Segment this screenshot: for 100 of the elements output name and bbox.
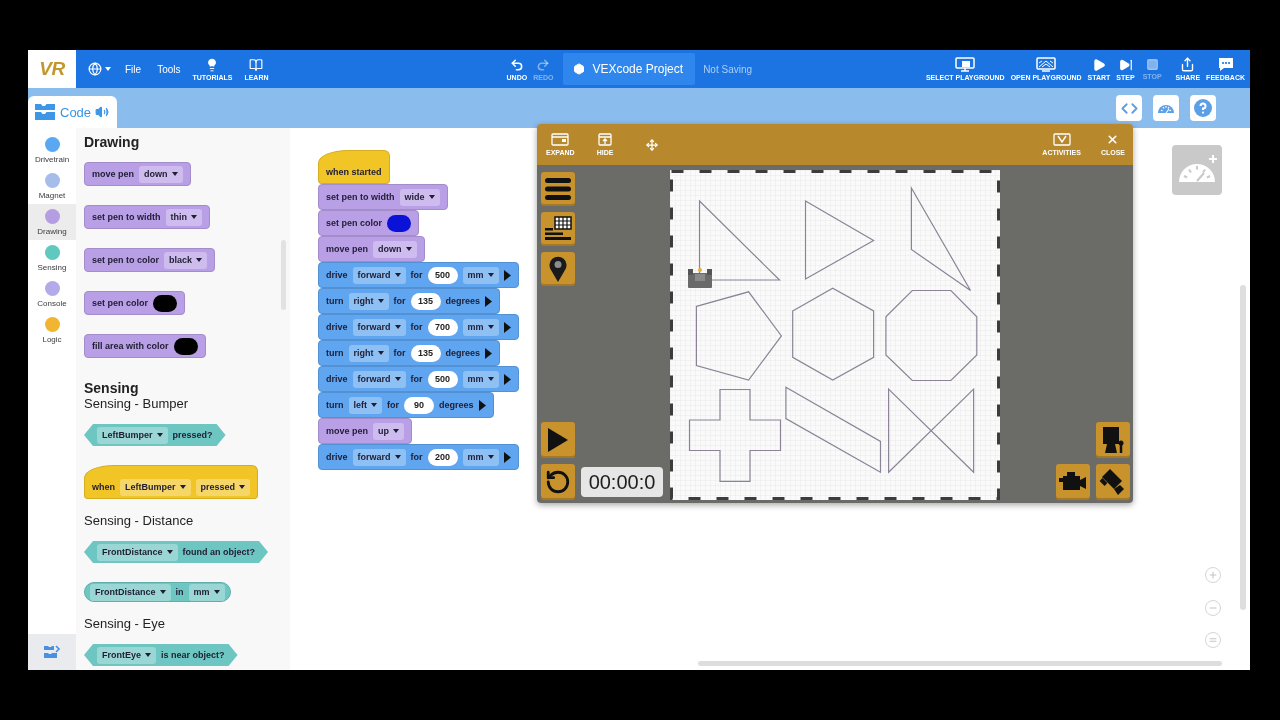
caret-icon <box>394 455 401 459</box>
play-icon <box>1091 57 1106 72</box>
vertical-scrollbar[interactable] <box>1240 285 1246 610</box>
dropdown-field[interactable]: FrontDistance <box>97 543 178 561</box>
project-name-field[interactable]: VEXcode Project <box>563 53 696 85</box>
dropdown-field[interactable]: FrontEye <box>97 646 156 664</box>
category-item[interactable]: Drivetrain <box>28 132 76 168</box>
number-field[interactable]: 200 <box>427 448 458 466</box>
dropdown-field[interactable]: forward <box>352 370 406 388</box>
code-block[interactable]: turn right for 135 degrees <box>318 288 501 314</box>
dropdown-field[interactable]: down <box>139 165 183 183</box>
number-field[interactable]: 90 <box>404 396 434 414</box>
location-pin-icon <box>549 256 567 282</box>
dropdown-field[interactable]: down <box>373 240 417 258</box>
code-block[interactable]: move pen down <box>318 236 425 262</box>
code-block[interactable]: turn right for 135 degrees <box>318 340 501 366</box>
video-camera-icon <box>1059 471 1087 493</box>
step-icon <box>1118 57 1133 72</box>
play-icon[interactable] <box>503 373 511 385</box>
help-button[interactable] <box>1190 95 1216 121</box>
code-block[interactable]: drive forward for 700 mm <box>318 314 519 340</box>
code-block[interactable]: drive forward for 200 mm <box>318 444 519 470</box>
boolean-block[interactable]: LeftBumper pressed? <box>84 424 226 446</box>
play-icon[interactable] <box>503 269 511 281</box>
section-subheading: Sensing - Distance <box>84 513 194 529</box>
dropdown-field[interactable]: LeftBumper <box>97 426 168 444</box>
code-block[interactable]: turn left for 90 degrees <box>318 392 494 418</box>
boolean-block[interactable]: FrontDistance found an object? <box>84 541 268 563</box>
dropdown-field[interactable]: right <box>348 344 389 362</box>
code-block[interactable]: set pen color <box>84 291 185 315</box>
dropdown-field[interactable]: mm <box>462 448 499 466</box>
dropdown-field[interactable]: forward <box>352 448 406 466</box>
code-block[interactable]: set pen to width thin <box>84 205 210 229</box>
code-block[interactable]: move pen down <box>84 162 191 186</box>
reporter-block[interactable]: FrontDistance in mm <box>84 582 231 602</box>
dropdown-field[interactable]: forward <box>352 318 406 336</box>
camera-view-button[interactable] <box>1056 464 1090 500</box>
menu-button[interactable] <box>541 172 575 206</box>
hat-block[interactable]: when started <box>318 150 390 184</box>
play-icon[interactable] <box>478 399 486 411</box>
dashboard-button[interactable] <box>1153 95 1179 121</box>
code-block[interactable]: set pen to color black <box>84 248 216 272</box>
code-block[interactable]: fill area with color <box>84 334 206 358</box>
number-field[interactable]: 135 <box>410 292 441 310</box>
dropdown-field[interactable]: black <box>164 251 208 269</box>
camera-view-button[interactable] <box>1096 464 1130 500</box>
reset-button[interactable] <box>541 464 575 500</box>
category-item[interactable]: Sensing <box>28 240 76 276</box>
category-item[interactable]: Logic <box>28 312 76 348</box>
dropdown-field[interactable]: wide <box>399 188 440 206</box>
horizontal-scrollbar[interactable] <box>698 661 1222 666</box>
color-swatch[interactable] <box>153 294 177 312</box>
run-button[interactable] <box>541 422 575 458</box>
number-field[interactable]: 500 <box>427 266 458 284</box>
dropdown-field[interactable]: right <box>348 292 389 310</box>
code-block[interactable]: drive forward for 500 mm <box>318 262 519 288</box>
block-label: for <box>410 322 423 332</box>
code-block[interactable]: set pen color <box>318 210 419 236</box>
extension-button[interactable] <box>28 634 76 670</box>
code-block[interactable]: move pen up <box>318 418 412 444</box>
dropdown-field[interactable]: pressed <box>195 478 251 496</box>
code-block[interactable]: set pen to width wide <box>318 184 448 210</box>
camera-icon <box>1099 468 1127 496</box>
number-field[interactable]: 500 <box>427 370 458 388</box>
number-field[interactable]: 135 <box>410 344 441 362</box>
menu-button[interactable]: File <box>117 50 150 88</box>
move-icon[interactable] <box>646 138 659 151</box>
color-swatch[interactable] <box>387 214 411 232</box>
dropdown-field[interactable]: up <box>373 422 404 440</box>
dropdown-field[interactable]: mm <box>462 370 499 388</box>
category-item[interactable]: Console <box>28 276 76 312</box>
boolean-block[interactable]: FrontEye is near object? <box>84 644 238 666</box>
dropdown-field[interactable]: LeftBumper <box>120 478 191 496</box>
menu-button[interactable]: Tools <box>149 50 189 88</box>
dropdown-field[interactable]: FrontDistance <box>90 583 171 601</box>
data-button[interactable] <box>541 212 575 246</box>
play-icon[interactable] <box>485 295 493 307</box>
block-label: move pen <box>326 244 368 254</box>
caret-icon <box>171 172 178 176</box>
dropdown-field[interactable]: mm <box>188 583 225 601</box>
dropdown-field[interactable]: thin <box>165 208 202 226</box>
number-field[interactable]: 700 <box>427 318 458 336</box>
dropdown-field[interactable]: forward <box>352 266 406 284</box>
caret-icon <box>105 67 111 71</box>
category-item[interactable]: Drawing <box>28 204 76 240</box>
category-item[interactable]: Magnet <box>28 168 76 204</box>
hat-block[interactable]: when LeftBumper pressed <box>84 465 259 499</box>
block-label: drive <box>326 322 348 332</box>
code-block[interactable]: drive forward for 500 mm <box>318 366 519 392</box>
code-view-button[interactable] <box>1116 95 1142 121</box>
dropdown-field[interactable]: mm <box>462 266 499 284</box>
screen-icon <box>1036 57 1057 72</box>
color-swatch[interactable] <box>173 337 198 355</box>
camera-view-button[interactable] <box>1096 422 1130 458</box>
play-icon[interactable] <box>485 347 493 359</box>
dropdown-field[interactable]: mm <box>462 318 499 336</box>
location-button[interactable] <box>541 252 575 286</box>
play-icon[interactable] <box>503 451 511 463</box>
dropdown-field[interactable]: left <box>348 396 382 414</box>
play-icon[interactable] <box>503 321 511 333</box>
